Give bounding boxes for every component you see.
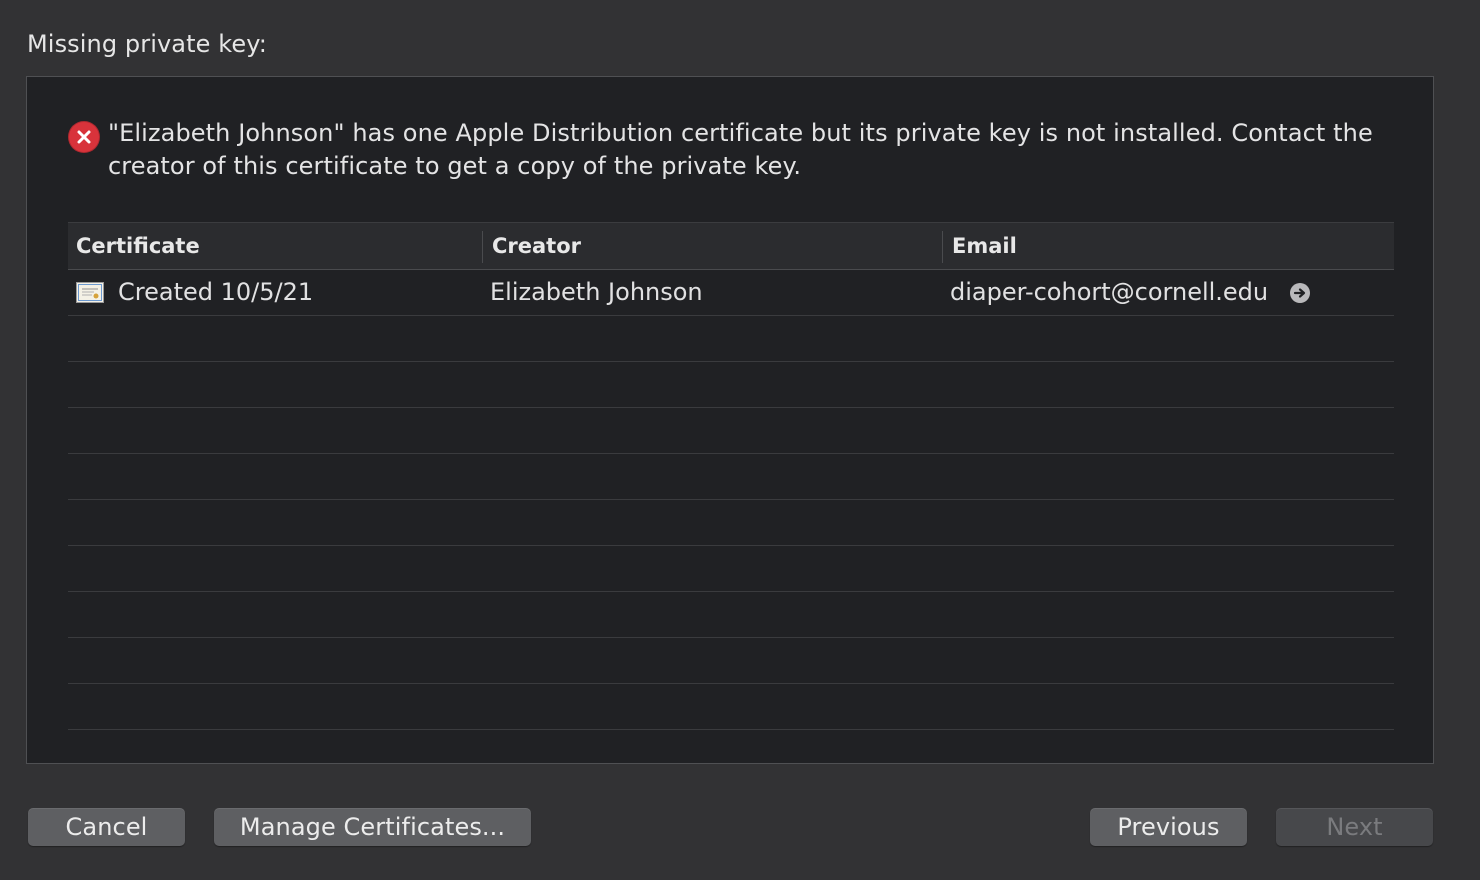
- empty-table-row: [68, 316, 1394, 362]
- table-row[interactable]: Created 10/5/21 Elizabeth Johnson diaper…: [68, 270, 1394, 316]
- email-cell: diaper-cohort@cornell.edu: [950, 278, 1269, 306]
- arrow-right-circle-icon[interactable]: [1290, 283, 1310, 303]
- cancel-button[interactable]: Cancel: [28, 808, 185, 846]
- certificate-cell: Created 10/5/21: [118, 278, 314, 306]
- certificate-icon: [76, 282, 104, 303]
- empty-table-row: [68, 546, 1394, 592]
- creator-cell: Elizabeth Johnson: [490, 278, 703, 306]
- column-header-creator[interactable]: Creator: [492, 223, 581, 269]
- previous-button[interactable]: Previous: [1090, 808, 1247, 846]
- empty-table-row: [68, 362, 1394, 408]
- empty-table-row: [68, 684, 1394, 730]
- empty-table-row: [68, 592, 1394, 638]
- column-separator: [482, 231, 483, 263]
- empty-table-row: [68, 454, 1394, 500]
- manage-certificates-button[interactable]: Manage Certificates...: [214, 808, 531, 846]
- next-button[interactable]: Next: [1276, 808, 1433, 846]
- error-x-icon: [68, 121, 100, 153]
- error-message: "Elizabeth Johnson" has one Apple Distri…: [108, 119, 1373, 180]
- table-header: Certificate Creator Email: [68, 222, 1394, 270]
- empty-table-row: [68, 408, 1394, 454]
- column-header-email[interactable]: Email: [952, 223, 1017, 269]
- certificate-table: Certificate Creator Email Created 10/5/2…: [68, 222, 1394, 730]
- empty-table-row: [68, 638, 1394, 684]
- missing-key-panel: "Elizabeth Johnson" has one Apple Distri…: [26, 76, 1434, 764]
- section-title: Missing private key:: [27, 30, 267, 58]
- column-header-certificate[interactable]: Certificate: [76, 223, 200, 269]
- column-separator: [942, 231, 943, 263]
- empty-table-row: [68, 500, 1394, 546]
